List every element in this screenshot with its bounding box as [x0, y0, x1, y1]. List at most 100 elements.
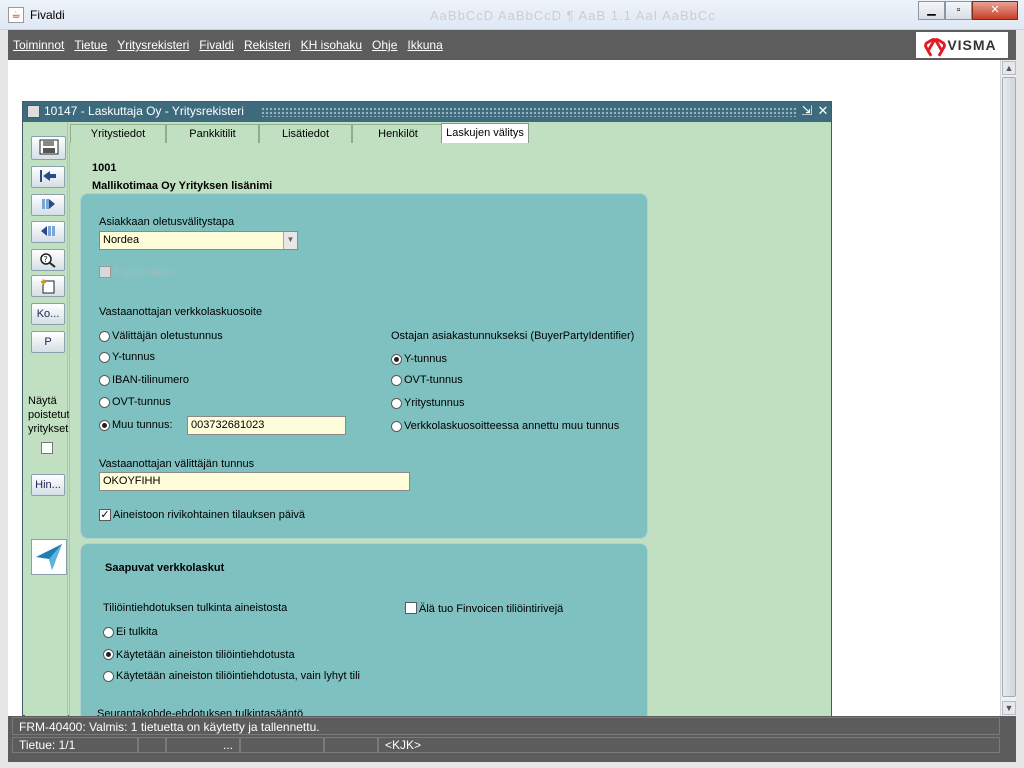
default-method-label: Asiakkaan oletusvälitystapa: [99, 216, 235, 228]
posting-option-1: Käytetään aineiston tiliöintiehdotusta: [116, 649, 295, 661]
next-record-icon: [42, 199, 55, 209]
statusbar: FRM-40400: Valmis: 1 tietuetta on käytet…: [8, 716, 1016, 762]
tab-content: 1001 Mallikotimaa Oy Yrityksen lisänimi …: [69, 143, 831, 723]
incoming-invoices-panel: Saapuvat verkkolaskut Tiliöintiehdotukse…: [80, 543, 648, 723]
address-radio-0[interactable]: [99, 331, 110, 342]
buyer-radio-2[interactable]: [391, 398, 402, 409]
record-indicator: Tietue: 1/1: [12, 737, 138, 753]
menu-item-tietue[interactable]: Tietue: [74, 38, 107, 52]
fivaldi-logo: [31, 539, 67, 575]
restore-form-icon[interactable]: ⇲: [799, 103, 815, 119]
vertical-scrollbar[interactable]: ▲ ▼: [1000, 60, 1016, 716]
show-deleted-label-2: poistetut: [28, 409, 70, 421]
default-method-select[interactable]: Nordea ▼: [99, 231, 298, 250]
company-register-window: 10147 - Laskuttaja Oy - Yritysrekisteri …: [22, 101, 832, 723]
tab-yritystiedot[interactable]: Yritystiedot: [70, 124, 166, 143]
menu-item-ikkuna[interactable]: Ikkuna: [407, 38, 442, 52]
finvoice-checkbox[interactable]: [405, 602, 417, 614]
new-record-button[interactable]: [31, 275, 65, 297]
row-date-label: Aineistoon rivikohtainen tilauksen päivä: [113, 509, 306, 521]
next-record-button[interactable]: [31, 194, 65, 216]
menu-item-toiminnot[interactable]: Toiminnot: [13, 38, 64, 52]
hin-button[interactable]: Hin...: [31, 474, 65, 496]
status-fields: Tietue: 1/1 ... <KJK>: [12, 737, 1000, 753]
buyer-radio-1[interactable]: [391, 375, 402, 386]
scroll-down-arrow[interactable]: ▼: [1002, 701, 1016, 715]
default-method-value: Nordea: [103, 234, 140, 246]
tab-laskujen-valitys[interactable]: Laskujen välitys: [441, 123, 529, 144]
address-radio-2[interactable]: [99, 375, 110, 386]
tab-pankkitilit[interactable]: Pankkitilit: [166, 124, 259, 143]
address-radio-1[interactable]: [99, 352, 110, 363]
address-radio-4[interactable]: [99, 420, 110, 431]
first-record-button[interactable]: [31, 166, 65, 188]
address-label: Vastaanottajan verkkolaskuosoite: [99, 306, 263, 318]
tab-lisatiedot[interactable]: Lisätiedot: [259, 124, 352, 143]
posting-label: Tiliöintiehdotuksen tulkinta aineistosta: [103, 602, 288, 614]
posting-option-0: Ei tulkita: [116, 626, 158, 638]
form-window-icon: [27, 105, 40, 118]
row-date-checkbox[interactable]: ✓: [99, 509, 111, 521]
maximize-button[interactable]: ▫: [945, 1, 972, 20]
address-radio-3[interactable]: [99, 397, 110, 408]
tab-henkilot[interactable]: Henkilöt: [352, 124, 444, 143]
p-button[interactable]: P: [31, 331, 65, 353]
address-option-3: OVT-tunnus: [112, 396, 171, 408]
chevron-down-icon[interactable]: ▼: [283, 232, 297, 249]
save-button[interactable]: [31, 136, 66, 160]
address-option-0: Välittäjän oletustunnus: [112, 330, 223, 342]
save-icon: [39, 139, 58, 155]
scroll-up-arrow[interactable]: ▲: [1002, 61, 1016, 75]
posting-radio-2[interactable]: [103, 671, 114, 682]
titlebar-grip: [261, 107, 797, 117]
posting-radio-1[interactable]: [103, 649, 114, 660]
previous-record-icon: [41, 226, 55, 236]
previous-record-button[interactable]: [31, 221, 65, 243]
show-deleted-checkbox[interactable]: [41, 442, 53, 454]
finvoice-label: Älä tuo Finvoicen tiliöintirivejä: [419, 603, 564, 615]
menu-item-yritysrekisteri[interactable]: Yritysrekisteri: [117, 38, 189, 52]
window-controls: ▁ ▫ ✕: [918, 1, 1018, 20]
visma-wordmark: VISMA: [947, 37, 997, 53]
query-button[interactable]: ?: [31, 249, 65, 271]
background-toolbar-ghost-text: AaBbCcD AaBbCcD ¶ AaB 1.1 AaI AaBbCc: [430, 8, 716, 23]
status-message: FRM-40400: Valmis: 1 tietuetta on käytet…: [12, 717, 1000, 735]
fivaldi-bird-icon: [36, 544, 62, 570]
menubar: Toiminnot Tietue Yritysrekisteri Fivaldi Rek…: [8, 30, 1016, 60]
address-option-1: Y-tunnus: [112, 351, 156, 363]
posting-radio-0[interactable]: [103, 627, 114, 638]
operator-id-input[interactable]: OKOYFIHH: [99, 472, 410, 491]
form-titlebar: 10147 - Laskuttaja Oy - Yritysrekisteri …: [23, 102, 831, 122]
form-title: 10147 - Laskuttaja Oy - Yritysrekisteri: [44, 104, 244, 118]
supramaksu-label: Supramaksu: [113, 266, 175, 278]
menu-item-ohje[interactable]: Ohje: [372, 38, 397, 52]
magnifier-question-icon: ?: [40, 253, 56, 268]
main-menu: Toiminnot Tietue Yritysrekisteri Fivaldi Rek…: [13, 38, 453, 52]
invoice-delivery-panel: Asiakkaan oletusvälitystapa Nordea ▼ Sup…: [80, 193, 648, 539]
show-deleted-label-3: yritykset: [28, 423, 69, 435]
address-option-4: Muu tunnus:: [112, 419, 173, 431]
mode-indicator: <KJK>: [378, 737, 1000, 753]
visma-mark-icon: [927, 39, 943, 51]
menu-item-rekisteri[interactable]: Rekisteri: [244, 38, 291, 52]
menu-item-fivaldi[interactable]: Fivaldi: [199, 38, 234, 52]
form-toolbar: ? Ko... P Näytä poistetut yritykset Hin.…: [25, 122, 70, 716]
window-titlebar: ☕ Fivaldi AaBbCcD AaBbCcD ¶ AaB 1.1 AaI …: [0, 0, 1024, 30]
scroll-thumb[interactable]: [1002, 77, 1016, 697]
menu-item-kh-isohaku[interactable]: KH isohaku: [301, 38, 362, 52]
minimize-button[interactable]: ▁: [918, 1, 945, 20]
status-cell-2: [138, 737, 166, 753]
ko-button[interactable]: Ko...: [31, 303, 65, 325]
first-record-icon: [40, 170, 56, 182]
status-cell-4: [240, 737, 324, 753]
close-button[interactable]: ✕: [972, 1, 1018, 20]
other-id-input[interactable]: 003732681023: [187, 416, 346, 435]
buyer-radio-0[interactable]: [391, 354, 402, 365]
tab-strip: Yritystiedot Pankkitilit Lisätiedot Henk…: [69, 123, 829, 144]
buyer-option-0: Y-tunnus: [404, 353, 448, 365]
show-deleted-label-1: Näytä: [28, 395, 57, 407]
buyer-radio-3[interactable]: [391, 421, 402, 432]
status-dots: ...: [166, 737, 240, 753]
supramaksu-checkbox[interactable]: [99, 266, 111, 278]
close-form-icon[interactable]: ✕: [815, 103, 831, 119]
